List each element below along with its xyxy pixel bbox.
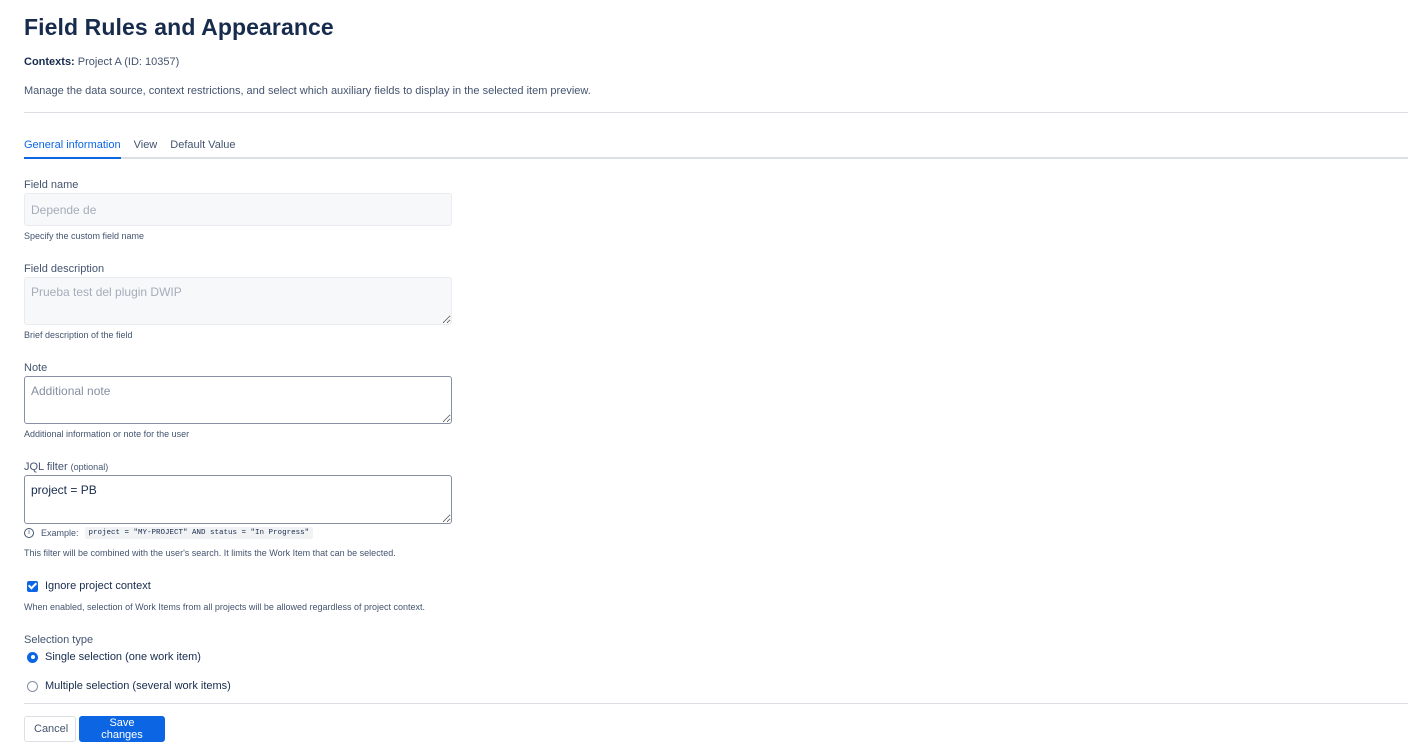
field-name-label: Field name — [24, 179, 79, 191]
tab-view[interactable]: View — [134, 137, 158, 157]
jql-filter-label-text: JQL filter — [24, 461, 68, 473]
selection-type-label: Selection type — [24, 634, 94, 646]
contexts-line: Contexts: Project A (ID: 10357) — [24, 56, 179, 68]
ignore-context-help: When enabled, selection of Work Items fr… — [24, 602, 426, 612]
ignore-context-label: Ignore project context — [45, 580, 151, 592]
info-icon: i — [24, 528, 34, 538]
jql-example-row: i Example: project = "MY-PROJECT" AND st… — [24, 527, 314, 539]
field-description-textarea[interactable] — [24, 277, 452, 325]
contexts-value: Project A (ID: 10357) — [77, 56, 180, 68]
jql-filter-help: This filter will be combined with the us… — [24, 548, 396, 558]
tab-default-value[interactable]: Default Value — [170, 137, 235, 157]
jql-filter-optional: (optional) — [70, 462, 109, 472]
note-textarea[interactable] — [24, 376, 452, 424]
jql-example-label: Example: — [41, 528, 79, 538]
radio-single-selection-row[interactable]: Single selection (one work item) — [27, 651, 201, 663]
tab-general-information[interactable]: General information — [24, 137, 121, 159]
save-changes-button[interactable]: Save changes — [79, 716, 165, 742]
note-label: Note — [24, 362, 48, 374]
note-help: Additional information or note for the u… — [24, 429, 190, 439]
page-title: Field Rules and Appearance — [24, 14, 334, 40]
field-description-label: Field description — [24, 263, 105, 275]
contexts-label: Contexts: — [24, 56, 75, 68]
field-description-help: Brief description of the field — [24, 330, 133, 340]
jql-filter-label: JQL filter (optional) — [24, 461, 108, 473]
field-rules-page: Field Rules and Appearance Contexts: Pro… — [0, 0, 1422, 752]
radio-single-selection-label: Single selection (one work item) — [45, 651, 201, 663]
ignore-context-checkbox[interactable] — [27, 580, 38, 592]
tab-bar: General information View Default Value — [24, 137, 1408, 159]
field-name-help: Specify the custom field name — [24, 231, 145, 241]
radio-single-selection[interactable] — [27, 651, 38, 663]
jql-filter-textarea[interactable]: project = PB — [24, 475, 452, 524]
cancel-button[interactable]: Cancel — [24, 716, 76, 742]
ignore-context-checkbox-row[interactable]: Ignore project context — [27, 580, 151, 592]
radio-multiple-selection-row[interactable]: Multiple selection (several work items) — [27, 680, 231, 692]
jql-example-code: project = "MY-PROJECT" AND status = "In … — [84, 527, 314, 539]
field-name-input[interactable] — [24, 193, 452, 226]
footer-divider — [24, 703, 1408, 704]
radio-multiple-selection[interactable] — [27, 680, 38, 692]
header-divider — [24, 112, 1408, 113]
page-description: Manage the data source, context restrict… — [24, 85, 591, 97]
radio-multiple-selection-label: Multiple selection (several work items) — [45, 680, 231, 692]
